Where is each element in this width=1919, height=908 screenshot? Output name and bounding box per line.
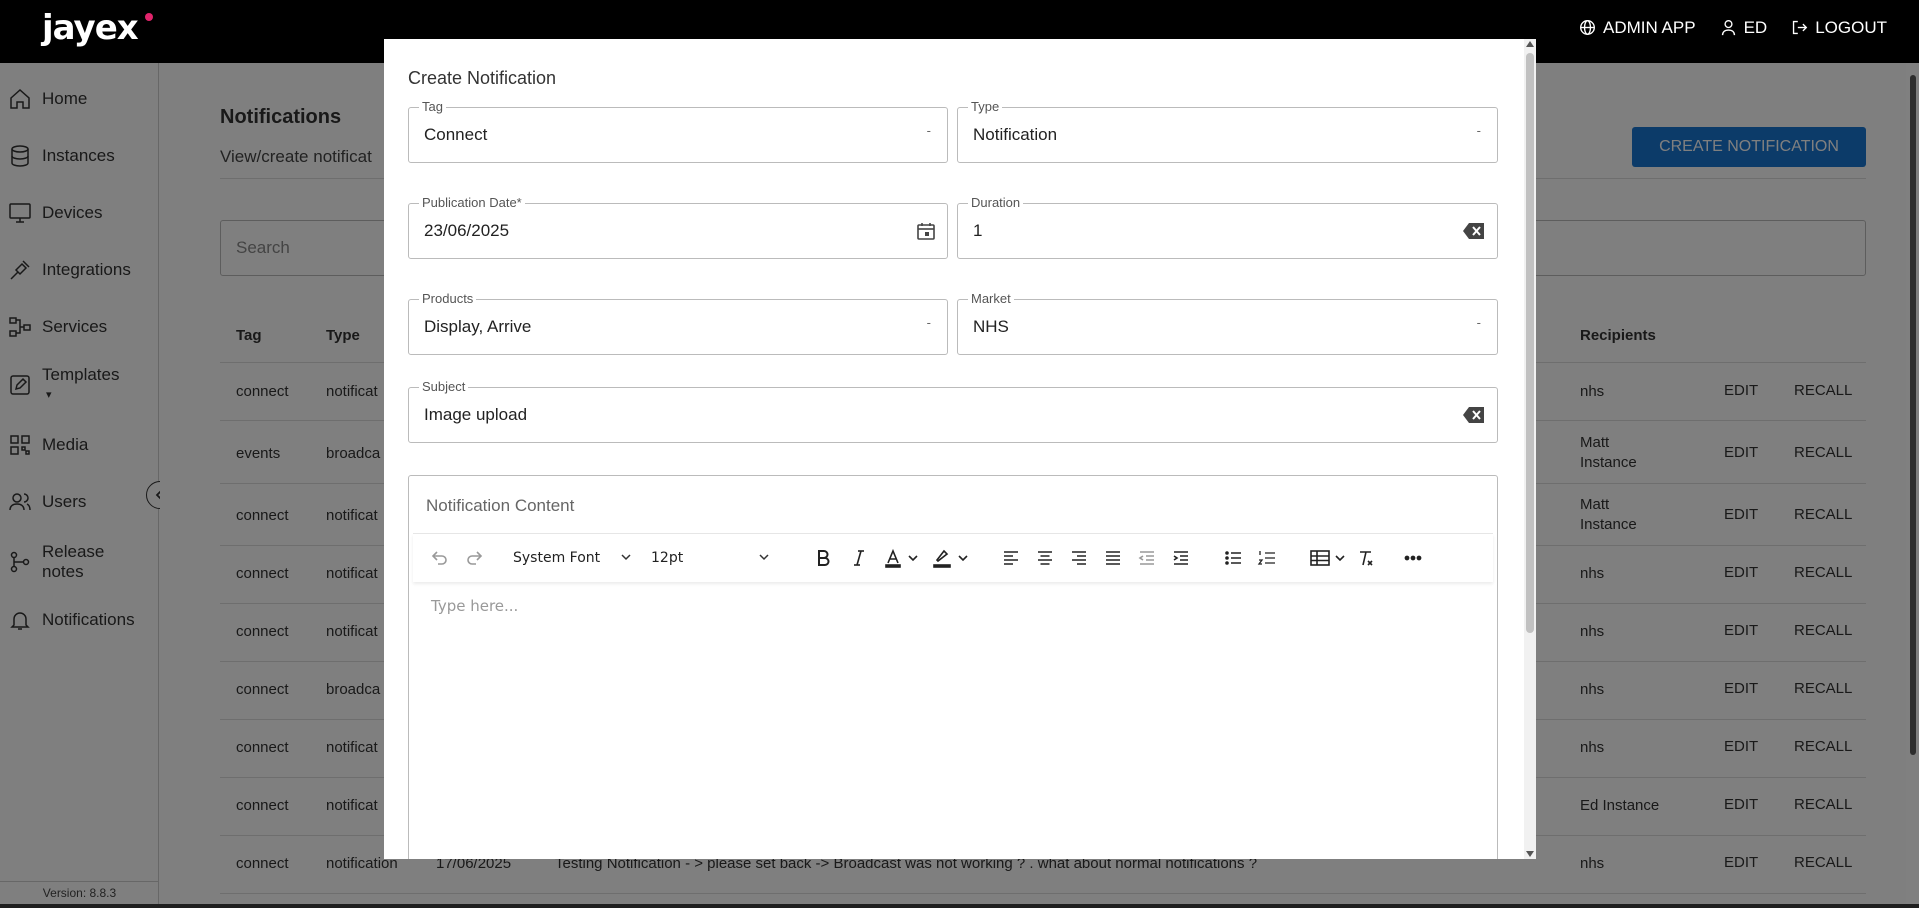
align-center-icon — [1038, 551, 1052, 565]
justify-icon — [1106, 551, 1120, 565]
chevron-down-icon — [621, 554, 631, 561]
justify-button[interactable] — [1103, 546, 1123, 570]
publication-date-field[interactable]: Publication Date* 23/06/2025 — [408, 195, 948, 259]
clear-formatting-button[interactable] — [1355, 546, 1375, 570]
redo-button[interactable] — [465, 546, 485, 570]
logout-icon — [1793, 20, 1808, 35]
bullet-list-button[interactable] — [1223, 546, 1243, 570]
editor-body[interactable]: Type here... — [431, 597, 518, 615]
products-label: Products — [419, 291, 477, 307]
highlight-icon — [933, 549, 968, 568]
dropdown-caret-icon: - — [926, 123, 931, 138]
tag-label: Tag — [419, 99, 446, 115]
admin-app-link[interactable]: ADMIN APP — [1579, 18, 1696, 38]
type-label: Type — [968, 99, 1003, 115]
modal-scrollbar[interactable] — [1524, 39, 1536, 859]
bottom-strip — [0, 904, 1919, 908]
highlight-color-button[interactable] — [931, 546, 975, 570]
dropdown-caret-icon: - — [1476, 123, 1481, 138]
admin-app-label: ADMIN APP — [1602, 17, 1696, 37]
tag-select[interactable]: Tag Connect - — [408, 99, 948, 163]
table-icon — [1310, 550, 1345, 566]
align-left-icon — [1004, 551, 1018, 565]
chevron-down-icon — [759, 554, 769, 561]
text-color-button[interactable] — [883, 546, 923, 570]
publication-date-value: 23/06/2025 — [424, 221, 510, 240]
type-select[interactable]: Type Notification - — [957, 99, 1498, 163]
scroll-up-arrow[interactable] — [1526, 41, 1534, 47]
create-notification-modal: Create Notification Tag Connect - Type N… — [384, 39, 1536, 859]
italic-button[interactable] — [849, 546, 869, 570]
globe-icon — [1580, 20, 1595, 35]
type-value: Notification — [973, 125, 1058, 144]
calendar-icon[interactable] — [915, 220, 937, 247]
logout-label: LOGOUT — [1815, 17, 1887, 37]
market-select[interactable]: Market NHS - — [957, 291, 1498, 355]
notification-content-label: Notification Content — [426, 496, 575, 515]
dropdown-caret-icon: - — [926, 315, 931, 330]
bold-icon — [818, 550, 830, 566]
subject-value: Image upload — [424, 405, 528, 424]
clear-formatting-icon — [1360, 551, 1373, 566]
italic-icon — [854, 550, 864, 566]
modal-scrollbar-thumb[interactable] — [1526, 53, 1534, 633]
market-value: NHS — [973, 317, 1009, 336]
numbered-list-icon — [1257, 551, 1275, 565]
undo-icon — [431, 551, 447, 565]
more-icon — [1404, 555, 1422, 561]
numbered-list-button[interactable] — [1257, 546, 1277, 570]
page-scrollbar-thumb[interactable] — [1910, 75, 1916, 755]
outdent-icon — [1138, 551, 1154, 565]
user-menu[interactable]: ED — [1720, 17, 1768, 38]
align-right-button[interactable] — [1069, 546, 1089, 570]
redo-icon — [467, 551, 483, 565]
user-label: ED — [1743, 17, 1768, 37]
clear-input-icon[interactable] — [1461, 220, 1487, 247]
align-left-button[interactable] — [1001, 546, 1021, 570]
duration-value: 1 — [973, 221, 983, 240]
modal-title: Create Notification — [408, 68, 557, 88]
logout-link[interactable]: LOGOUT — [1791, 18, 1887, 38]
dropdown-caret-icon: - — [1476, 315, 1481, 330]
subject-field[interactable]: Subject Image upload — [408, 379, 1498, 443]
font-size-value: 12pt — [651, 550, 684, 566]
indent-icon — [1173, 551, 1188, 565]
align-right-icon — [1072, 551, 1086, 565]
jayex-logo[interactable]: jayex — [42, 8, 139, 48]
outdent-button[interactable] — [1137, 546, 1157, 570]
products-select[interactable]: Products Display, Arrive - — [408, 291, 948, 355]
font-size-select[interactable]: 12pt — [651, 545, 775, 571]
duration-field[interactable]: Duration 1 — [957, 195, 1498, 259]
products-value: Display, Arrive — [424, 317, 532, 336]
bullet-list-icon — [1225, 551, 1241, 565]
bold-button[interactable] — [813, 546, 833, 570]
editor-toolbar: System Font 12pt — [413, 534, 1493, 582]
page-scrollbar[interactable] — [1906, 63, 1919, 908]
publication-date-label: Publication Date* — [419, 195, 525, 211]
scroll-down-arrow[interactable] — [1526, 851, 1534, 857]
text-color-icon — [885, 548, 918, 568]
font-family-select[interactable]: System Font — [513, 545, 637, 571]
rich-text-editor: System Font 12pt Type here... — [413, 533, 1493, 859]
more-button[interactable] — [1403, 546, 1423, 570]
notification-content-field: Notification Content System Font 12pt Ty… — [408, 475, 1498, 859]
editor-placeholder: Type here... — [431, 597, 519, 615]
duration-label: Duration — [968, 195, 1024, 211]
logo-dot — [145, 13, 153, 21]
table-button[interactable] — [1309, 546, 1349, 570]
font-family-value: System Font — [513, 550, 601, 566]
user-icon — [1721, 20, 1735, 36]
market-label: Market — [968, 291, 1014, 307]
subject-label: Subject — [419, 379, 469, 395]
clear-input-icon[interactable] — [1461, 404, 1487, 431]
tag-value: Connect — [424, 125, 488, 144]
top-nav: ADMIN APP ED LOGOUT — [1579, 0, 1887, 55]
indent-button[interactable] — [1171, 546, 1191, 570]
undo-button[interactable] — [429, 546, 449, 570]
align-center-button[interactable] — [1035, 546, 1055, 570]
